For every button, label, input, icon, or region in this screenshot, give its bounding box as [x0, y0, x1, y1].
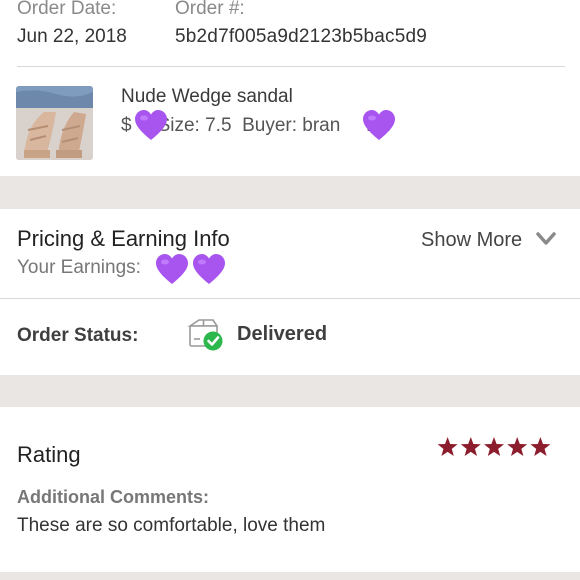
item-title[interactable]: Nude Wedge sandal: [121, 86, 293, 108]
star-icon: [530, 437, 551, 456]
order-status-label: Order Status:: [17, 325, 139, 346]
rating-title: Rating: [17, 442, 81, 467]
item-thumbnail[interactable]: [16, 86, 93, 160]
pricing-card: Pricing & Earning Info Your Earnings: Sh…: [0, 209, 580, 375]
purple-heart-icon: [135, 110, 167, 140]
sandal-photo-icon: [16, 86, 93, 160]
divider: [0, 298, 580, 299]
comments-text: These are so comfortable, love them: [17, 515, 326, 536]
earnings-label: Your Earnings:: [17, 257, 141, 278]
buyer-prefix: Buyer: bran: [242, 115, 341, 136]
order-number-value: 5b2d7f005a9d2123b5bac5d9: [175, 26, 428, 47]
rating-card: Rating Additional Comments: These are so…: [0, 407, 580, 572]
purple-heart-icon: [156, 254, 188, 284]
delivered-box-check-icon: [187, 319, 223, 351]
star-icon: [460, 437, 481, 456]
order-date-value: Jun 22, 2018: [17, 26, 127, 47]
item-price-prefix: $: [121, 115, 132, 136]
star-icon: [437, 437, 458, 456]
order-number-label: Order #:: [175, 0, 245, 19]
star-icon: [507, 437, 528, 456]
pricing-title: Pricing & Earning Info: [17, 226, 230, 251]
order-details-screen: Order Date: Order #: Jun 22, 2018 5b2d7f…: [0, 0, 580, 580]
show-more-button[interactable]: Show More: [421, 229, 522, 252]
order-status-value: Delivered: [237, 323, 328, 345]
purple-heart-icon: [193, 254, 225, 284]
order-info-card: Order Date: Order #: Jun 22, 2018 5b2d7f…: [0, 0, 580, 176]
comments-label: Additional Comments:: [17, 487, 209, 507]
order-date-label: Order Date:: [17, 0, 117, 19]
item-size: Size: 7.5: [157, 115, 232, 136]
purple-heart-icon: [363, 110, 395, 140]
chevron-down-icon[interactable]: [536, 231, 556, 247]
star-rating: [437, 437, 551, 456]
divider: [17, 66, 565, 67]
star-icon: [484, 437, 504, 456]
